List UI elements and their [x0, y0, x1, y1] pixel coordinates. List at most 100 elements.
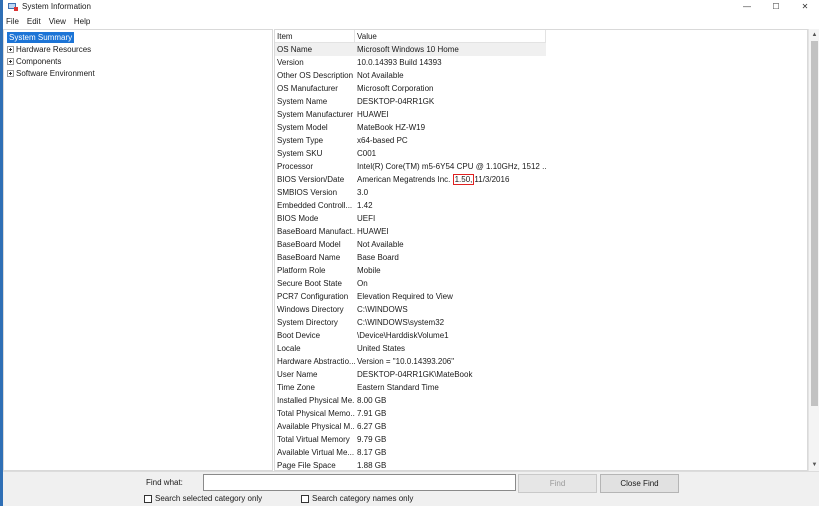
value-cell: C:\WINDOWS\system32 — [357, 318, 445, 327]
table-row[interactable]: BIOS Mode UEFI — [275, 212, 807, 225]
tree-item-label: Hardware Resources — [16, 45, 92, 54]
table-row[interactable]: BaseBoard Manufact... HUAWEI — [275, 225, 807, 238]
table-row[interactable]: Available Virtual Me... 8.17 GB — [275, 446, 807, 459]
item-cell: BaseBoard Name — [277, 253, 341, 262]
menu-file[interactable]: File — [3, 17, 23, 26]
find-what-input[interactable] — [203, 474, 516, 491]
tree-item-software-environment[interactable]: Software Environment — [7, 68, 95, 79]
checkbox-box[interactable] — [144, 494, 152, 503]
item-cell: PCR7 Configuration — [277, 292, 349, 301]
plus-expander-icon[interactable] — [7, 46, 14, 53]
item-cell: BaseBoard Model — [277, 240, 341, 249]
value-cell: Not Available — [357, 240, 404, 249]
table-row[interactable]: Installed Physical Me... 8.00 GB — [275, 394, 807, 407]
value-cell: Mobile — [357, 266, 381, 275]
close-button[interactable]: ✕ — [793, 0, 817, 12]
table-row[interactable]: System Manufacturer HUAWEI — [275, 108, 807, 121]
table-row[interactable]: Page File Space 1.88 GB — [275, 459, 807, 470]
tree-item-hardware-resources[interactable]: Hardware Resources — [7, 44, 91, 55]
find-button[interactable]: Find — [518, 474, 597, 493]
value-cell: C001 — [357, 149, 377, 158]
table-row[interactable]: Total Virtual Memory 9.79 GB — [275, 433, 807, 446]
table-row[interactable]: Other OS Description Not Available — [275, 69, 807, 82]
item-cell: Platform Role — [277, 266, 326, 275]
column-header-item[interactable]: Item — [275, 30, 355, 43]
item-cell: SMBIOS Version — [277, 188, 338, 197]
find-bar: Find what: Find Close Find Search select… — [3, 471, 819, 506]
table-row[interactable]: Secure Boot State On — [275, 277, 807, 290]
value-cell: HUAWEI — [357, 110, 389, 119]
value-cell: HUAWEI — [357, 227, 389, 236]
plus-expander-icon[interactable] — [7, 58, 14, 65]
table-row[interactable]: System SKU C001 — [275, 147, 807, 160]
table-row[interactable]: User Name DESKTOP-04RR1GK\MateBook — [275, 368, 807, 381]
table-row[interactable]: Processor Intel(R) Core(TM) m5-6Y54 CPU @… — [275, 160, 807, 173]
search-selected-category-checkbox[interactable]: Search selected category only — [144, 494, 262, 503]
chevron-down-icon[interactable]: ▼ — [809, 459, 819, 470]
table-row[interactable]: System Model MateBook HZ-W19 — [275, 121, 807, 134]
vertical-scrollbar[interactable]: ▲ ▼ — [808, 29, 819, 471]
value-cell: Microsoft Corporation — [357, 84, 434, 93]
item-cell: Version — [277, 58, 304, 67]
item-cell: System Model — [277, 123, 328, 132]
table-row[interactable]: PCR7 Configuration Elevation Required to … — [275, 290, 807, 303]
menu-help[interactable]: Help — [70, 17, 94, 26]
value-cell: C:\WINDOWS — [357, 305, 408, 314]
table-row[interactable]: Locale United States — [275, 342, 807, 355]
item-cell: Windows Directory — [277, 305, 344, 314]
checkbox-label: Search selected category only — [155, 494, 263, 503]
table-row[interactable]: BaseBoard Name Base Board — [275, 251, 807, 264]
table-row[interactable]: BIOS Version/Date American Megatrends Inc… — [275, 173, 807, 186]
table-row[interactable]: Available Physical M... 6.27 GB — [275, 420, 807, 433]
menu-edit[interactable]: Edit — [23, 17, 45, 26]
value-cell: 1.88 GB — [357, 461, 387, 470]
checkbox-box[interactable] — [301, 494, 309, 503]
value-cell: DESKTOP-04RR1GK — [357, 97, 435, 106]
table-row[interactable]: Windows Directory C:\WINDOWS — [275, 303, 807, 316]
item-cell: BaseBoard Manufact... — [277, 227, 355, 236]
tree-item-label: Components — [16, 57, 62, 66]
table-row[interactable]: System Type x64-based PC — [275, 134, 807, 147]
close-find-button[interactable]: Close Find — [600, 474, 679, 493]
details-list[interactable]: Item Value OS Name Microsoft Windows 10 H… — [274, 29, 808, 471]
item-cell: Total Physical Memo... — [277, 409, 355, 418]
value-cell: Microsoft Windows 10 Home — [357, 45, 459, 54]
table-row[interactable]: SMBIOS Version 3.0 — [275, 186, 807, 199]
item-cell: System Directory — [277, 318, 338, 327]
menu-view[interactable]: View — [45, 17, 70, 26]
table-row[interactable]: Total Physical Memo... 7.91 GB — [275, 407, 807, 420]
table-row[interactable]: OS Name Microsoft Windows 10 Home — [275, 43, 546, 56]
table-row[interactable]: Hardware Abstractio... Version = "10.0.14… — [275, 355, 807, 368]
table-row[interactable]: System Directory C:\WINDOWS\system32 — [275, 316, 807, 329]
plus-expander-icon[interactable] — [7, 70, 14, 77]
item-cell: User Name — [277, 370, 318, 379]
item-cell: Available Physical M... — [277, 422, 355, 431]
item-cell: Page File Space — [277, 461, 336, 470]
value-cell: 3.0 — [357, 188, 369, 197]
table-row[interactable]: BaseBoard Model Not Available — [275, 238, 807, 251]
value-cell: 8.00 GB — [357, 396, 387, 405]
minimize-button[interactable]: — — [735, 0, 759, 12]
table-row[interactable]: Version 10.0.14393 Build 14393 — [275, 56, 807, 69]
table-row[interactable]: Time Zone Eastern Standard Time — [275, 381, 807, 394]
search-category-names-checkbox[interactable]: Search category names only — [301, 494, 413, 503]
item-cell: Available Virtual Me... — [277, 448, 355, 457]
value-cell: Intel(R) Core(TM) m5-6Y54 CPU @ 1.10GHz,… — [357, 162, 547, 171]
category-tree[interactable]: System Summary Hardware Resources Compon… — [3, 29, 273, 471]
scroll-thumb[interactable] — [811, 41, 818, 406]
tree-item-system-summary[interactable]: System Summary — [7, 32, 75, 43]
maximize-button[interactable]: ☐ — [764, 0, 788, 12]
chevron-up-icon[interactable]: ▲ — [809, 29, 819, 40]
table-row[interactable]: Platform Role Mobile — [275, 264, 807, 277]
table-row[interactable]: OS Manufacturer Microsoft Corporation — [275, 82, 807, 95]
table-row[interactable]: Embedded Controll... 1.42 — [275, 199, 807, 212]
find-what-label: Find what: — [146, 478, 183, 487]
tree-item-components[interactable]: Components — [7, 56, 61, 67]
value-cell: x64-based PC — [357, 136, 408, 145]
table-row[interactable]: Boot Device \Device\HarddiskVolume1 — [275, 329, 807, 342]
value-text: 11/3/2016 — [474, 175, 510, 184]
column-header-value[interactable]: Value — [355, 30, 546, 43]
item-cell: Other OS Description — [277, 71, 354, 80]
system-information-icon — [8, 3, 18, 11]
table-row[interactable]: System Name DESKTOP-04RR1GK — [275, 95, 807, 108]
